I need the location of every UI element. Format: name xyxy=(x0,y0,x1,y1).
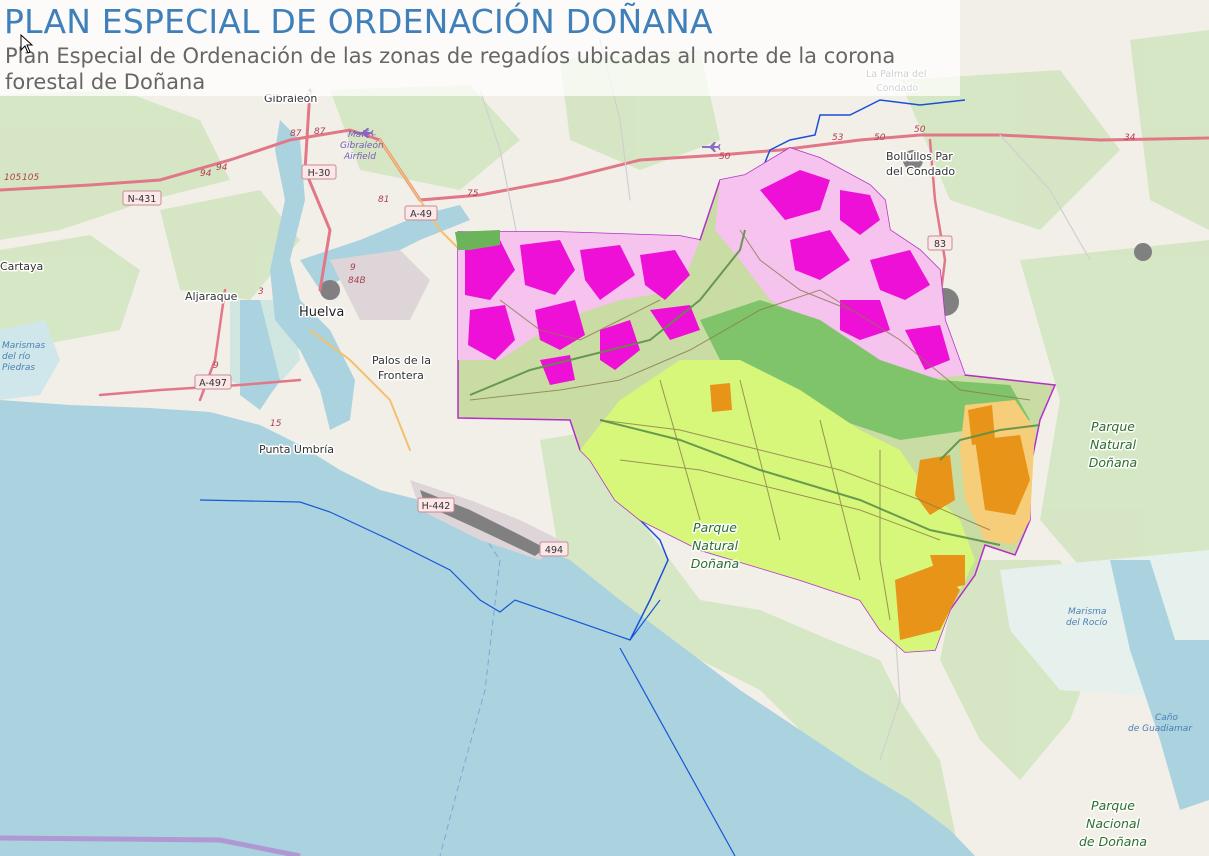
road-shield-a494: 494 xyxy=(539,541,569,557)
svg-text:87: 87 xyxy=(290,129,302,139)
svg-text:94: 94 xyxy=(200,169,212,179)
svg-text:50: 50 xyxy=(874,133,886,143)
svg-text:83: 83 xyxy=(934,239,946,250)
city-label-aljaraque: Aljaraque xyxy=(185,290,238,303)
svg-text:494: 494 xyxy=(545,545,563,556)
park-label-natural-center: Parque Natural Doñana xyxy=(691,520,739,571)
water-label-marisma-rocio: Marisma del Rocío xyxy=(1066,607,1108,628)
svg-text:50: 50 xyxy=(719,152,731,162)
svg-text:9: 9 xyxy=(350,263,356,273)
road-shield-h442: H-442 xyxy=(417,497,455,513)
park-label-natural-east: Parque Natural Doñana xyxy=(1089,419,1137,470)
svg-text:105: 105 xyxy=(4,173,21,183)
svg-text:A-497: A-497 xyxy=(199,378,227,389)
road-shield-a483: 83 xyxy=(927,235,953,251)
city-label-cartaya: Cartaya xyxy=(0,260,43,273)
road-shield-n431: N-431 xyxy=(122,190,162,206)
svg-text:A-49: A-49 xyxy=(410,209,432,220)
svg-text:81: 81 xyxy=(378,195,389,205)
svg-text:50: 50 xyxy=(914,125,926,135)
svg-text:94: 94 xyxy=(216,163,228,173)
svg-text:H-442: H-442 xyxy=(422,501,451,512)
svg-text:15: 15 xyxy=(270,419,282,429)
map-canvas[interactable]: N-431 H-30 A-49 A-497 83 H-442 494 87 87… xyxy=(0,0,1209,856)
city-label-huelva: Huelva xyxy=(299,305,344,320)
svg-text:H-30: H-30 xyxy=(308,168,331,179)
svg-text:75: 75 xyxy=(467,189,479,199)
svg-text:34: 34 xyxy=(1124,133,1136,143)
mouse-cursor-icon xyxy=(20,34,34,54)
svg-text:53: 53 xyxy=(832,133,844,143)
svg-text:105: 105 xyxy=(22,173,39,183)
page-subtitle: Plan Especial de Ordenación de las zonas… xyxy=(5,44,896,94)
svg-text:84B: 84B xyxy=(348,276,366,286)
city-label-punta-umbria: Punta Umbría xyxy=(259,443,334,456)
road-shield-a49: A-49 xyxy=(404,205,438,221)
svg-text:3: 3 xyxy=(258,287,264,297)
svg-text:87: 87 xyxy=(314,127,326,137)
svg-text:9: 9 xyxy=(213,361,219,371)
page-title: PLAN ESPECIAL DE ORDENACIÓN DOÑANA xyxy=(4,2,713,41)
road-shield-a497: A-497 xyxy=(194,374,232,390)
title-panel: PLAN ESPECIAL DE ORDENACIÓN DOÑANA Plan … xyxy=(0,0,960,96)
svg-text:N-431: N-431 xyxy=(128,194,157,205)
road-shield-h30: H-30 xyxy=(301,164,337,180)
